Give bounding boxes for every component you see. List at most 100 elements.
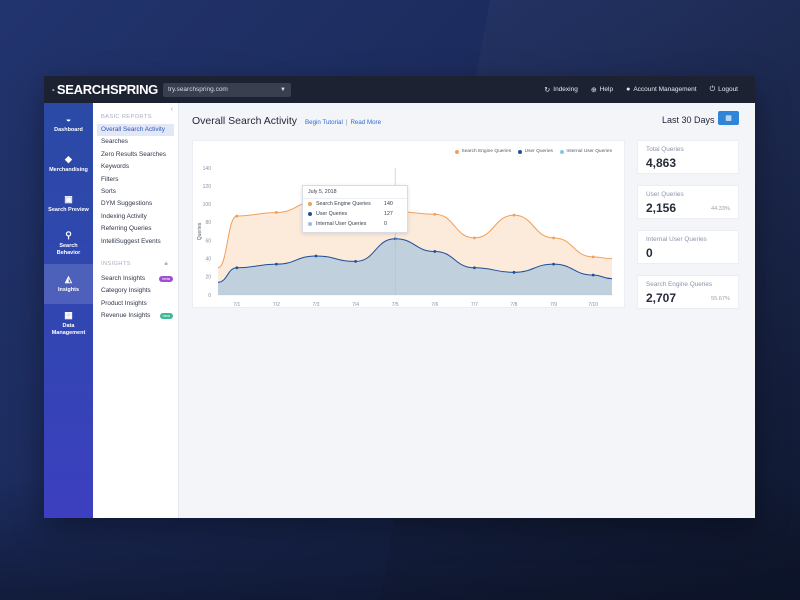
sub-item-label: Product Insights bbox=[101, 299, 147, 307]
indexing-link[interactable]: ↻ Indexing bbox=[544, 86, 577, 94]
y-tick-label: 20 bbox=[205, 275, 211, 281]
nav-insights[interactable]: ◭ Insights bbox=[44, 264, 93, 304]
x-tick-label: 7/1 bbox=[233, 302, 240, 308]
nav-data-management[interactable]: ▦ Data Management bbox=[44, 304, 93, 344]
data-point bbox=[314, 254, 318, 258]
legend-dot bbox=[559, 149, 564, 154]
help-label: Help bbox=[599, 86, 614, 93]
data-point bbox=[512, 213, 516, 217]
grid-icon: ▦ bbox=[64, 310, 73, 320]
sub-item-label: Filters bbox=[101, 175, 119, 183]
lifebuoy-icon: ⊕ bbox=[590, 86, 597, 94]
legend-item[interactable]: Search Engine Queries bbox=[455, 149, 511, 154]
sub-item-indexing-activity[interactable]: Indexing Activity bbox=[93, 211, 178, 223]
main-content: Overall Search Activity Begin Tutorial | R… bbox=[180, 103, 755, 518]
legend-label: Search Engine Queries bbox=[461, 149, 512, 154]
chart-legend: Search Engine Queries User Queries Inter… bbox=[448, 149, 612, 154]
sub-item-filters[interactable]: Filters bbox=[93, 174, 178, 186]
sub-item-label: Sorts bbox=[101, 187, 116, 195]
data-point bbox=[275, 262, 278, 266]
nav-dashboard[interactable]: ◒ Dashboard bbox=[44, 104, 93, 144]
x-tick-label: 7/3 bbox=[313, 302, 320, 308]
sub-item-label: Revenue Insights bbox=[101, 312, 151, 320]
nav-merchandising[interactable]: ◆ Merchandising bbox=[44, 144, 93, 184]
data-point bbox=[473, 236, 476, 240]
site-select[interactable]: try.searchspring.com ▼ bbox=[163, 82, 291, 97]
sub-item-label: Searches bbox=[101, 138, 128, 146]
sub-item-intellisuggest-events[interactable]: IntelliSuggest Events bbox=[93, 236, 178, 248]
sub-item-label: Keywords bbox=[101, 163, 130, 171]
logo[interactable]: SEARCHSPRING bbox=[52, 82, 158, 98]
sub-item-searches[interactable]: Searches bbox=[93, 136, 178, 148]
sub-item-category-insights[interactable]: Category Insights bbox=[93, 285, 178, 297]
legend-item[interactable]: User Queries bbox=[518, 149, 553, 154]
calendar-icon: ▦ bbox=[725, 115, 732, 122]
help-link[interactable]: ⊕ Help bbox=[591, 86, 613, 94]
sub-item-zero-results-searches[interactable]: Zero Results Searches bbox=[93, 149, 178, 161]
data-point bbox=[591, 273, 595, 277]
sub-item-referring-queries[interactable]: Referring Queries bbox=[93, 223, 178, 235]
data-point bbox=[473, 266, 476, 270]
nav-data-management-label: Data Management bbox=[51, 323, 86, 336]
legend-label: User Queries bbox=[524, 149, 553, 154]
tooltip-value: 0 bbox=[384, 221, 387, 227]
stat-value: 2,707 bbox=[646, 291, 677, 305]
chart-card: 0 20 40 60 80 100 120 140 Queries 7/1 7/2 7/3 7/4 7/5… bbox=[192, 140, 625, 308]
stat-percent: 55.67% bbox=[711, 296, 730, 302]
x-tick-label: 7/8 bbox=[511, 302, 518, 308]
tags-icon: ◆ bbox=[65, 153, 72, 164]
stat-card-total-queries: Total Queries 4,863 bbox=[637, 140, 739, 174]
stat-label: User Queries bbox=[646, 191, 684, 198]
sub-item-label: Overall Search Activity bbox=[101, 126, 165, 133]
logout-link[interactable]: ⏻ Logout bbox=[710, 86, 738, 94]
area-chart[interactable]: 0 20 40 60 80 100 120 140 Queries 7/1 7/2 7/3 7/4 7/5… bbox=[193, 141, 626, 309]
chart-tooltip: July 5, 2018 Search Engine Queries 140 U… bbox=[302, 185, 408, 233]
stat-value: 2,156 bbox=[646, 201, 677, 215]
tooltip-row: User Queries 127 bbox=[303, 209, 407, 219]
calendar-button[interactable]: ▦ bbox=[718, 111, 739, 125]
sub-item-sorts[interactable]: Sorts bbox=[93, 186, 178, 198]
sub-item-product-insights[interactable]: Product Insights bbox=[93, 298, 178, 310]
sub-item-overall-search-activity[interactable]: Overall Search Activity bbox=[97, 124, 174, 137]
nav-search-behavior[interactable]: ⚲ Search Behavior bbox=[44, 224, 93, 264]
stat-card-search-engine-queries: Search Engine Queries 2,707 55.67% bbox=[637, 275, 739, 309]
x-tick-label: 7/9 bbox=[550, 302, 557, 308]
tooltip-label: User Queries bbox=[316, 211, 348, 217]
account-management-link[interactable]: ● Account Management bbox=[626, 86, 696, 93]
tooltip-row: Search Engine Queries 140 bbox=[303, 199, 407, 209]
stat-label: Search Engine Queries bbox=[646, 281, 713, 288]
indexing-label: Indexing bbox=[553, 86, 578, 93]
y-axis-title: Queries bbox=[197, 222, 203, 240]
lock-icon: 🔒︎ bbox=[164, 260, 168, 267]
sub-item-revenue-insights[interactable]: Revenue Insights new bbox=[93, 310, 178, 322]
logout-label: Logout bbox=[718, 86, 738, 93]
y-tick-label: 120 bbox=[203, 184, 212, 190]
left-nav: ◒ Dashboard ◆ Merchandising ▣ Search Pre… bbox=[44, 103, 93, 518]
top-actions: ↻ Indexing ⊕ Help ● Account Management ⏻… bbox=[531, 86, 738, 94]
new-badge: new bbox=[159, 313, 173, 320]
data-point bbox=[235, 214, 239, 218]
data-point bbox=[552, 236, 555, 240]
y-tick-label: 80 bbox=[205, 220, 211, 226]
data-point bbox=[433, 212, 437, 216]
begin-tutorial-link[interactable]: Begin Tutorial bbox=[305, 119, 343, 126]
nav-search-preview[interactable]: ▣ Search Preview bbox=[44, 184, 93, 224]
stat-label: Internal User Queries bbox=[646, 236, 707, 243]
sub-item-dym-suggestions[interactable]: DYM Suggestions bbox=[93, 198, 178, 210]
data-point bbox=[235, 266, 239, 270]
read-more-link[interactable]: Read More bbox=[350, 119, 381, 126]
tooltip-value: 140 bbox=[384, 201, 393, 207]
tooltip-row: Internal User Queries 0 bbox=[303, 219, 407, 229]
stat-card-user-queries: User Queries 2,156 44.33% bbox=[637, 185, 739, 219]
tooltip-dot bbox=[308, 202, 312, 206]
y-tick-label: 100 bbox=[203, 202, 212, 208]
sub-menu: ‹ BASIC REPORTS Overall Search Activity … bbox=[93, 103, 179, 518]
y-tick-label: 40 bbox=[205, 257, 211, 263]
nav-dashboard-label: Dashboard bbox=[54, 126, 83, 133]
legend-item[interactable]: Internal User Queries bbox=[559, 149, 612, 154]
header-links: Begin Tutorial | Read More bbox=[305, 119, 381, 126]
sub-item-label: IntelliSuggest Events bbox=[101, 237, 161, 245]
sub-item-keywords[interactable]: Keywords bbox=[93, 161, 178, 173]
sub-item-search-insights[interactable]: Search Insights beta bbox=[93, 273, 178, 285]
collapse-chevron-icon[interactable]: ‹ bbox=[171, 106, 173, 113]
